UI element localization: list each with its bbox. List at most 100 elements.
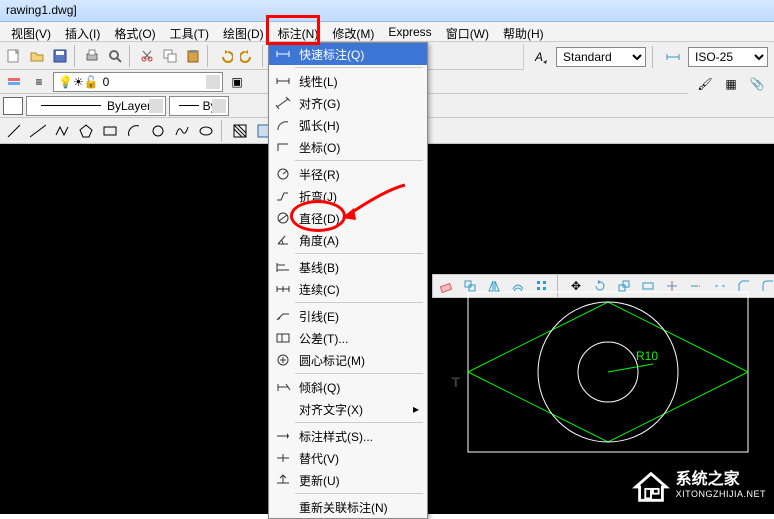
toolbar-separator <box>129 45 133 67</box>
menu-item-arc[interactable]: 弧长(H) <box>269 114 427 136</box>
menu-window[interactable]: 窗口(W) <box>439 24 496 39</box>
menu-separator <box>295 160 423 161</box>
menu-item-update[interactable]: 更新(U) <box>269 469 427 491</box>
open-button[interactable] <box>26 45 48 67</box>
menu-item-center[interactable]: 圆心标记(M) <box>269 349 427 371</box>
menu-label: 连续(C) <box>299 281 340 298</box>
layer-filter-button[interactable]: ▣ <box>226 71 248 93</box>
oblique-icon <box>273 379 293 395</box>
print-button[interactable] <box>81 45 103 67</box>
spline-button[interactable] <box>171 120 193 142</box>
dimstyle-menu-icon <box>273 428 293 444</box>
menu-label: 引线(E) <box>299 308 339 325</box>
diameter-icon <box>273 210 293 226</box>
line-button[interactable] <box>3 120 25 142</box>
new-button[interactable] <box>3 45 25 67</box>
fillet-button[interactable] <box>757 275 774 297</box>
redo-button[interactable] <box>237 45 259 67</box>
menu-label: 快速标注(Q) <box>299 46 364 63</box>
textstyle-icon[interactable]: A <box>530 46 552 68</box>
polygon-button[interactable] <box>75 120 97 142</box>
menu-modify[interactable]: 修改(M) <box>325 24 381 39</box>
menu-item-baseline[interactable]: 基线(B) <box>269 256 427 278</box>
menu-item-angular[interactable]: 角度(A) <box>269 229 427 251</box>
xref-button[interactable]: 📎 <box>746 73 768 95</box>
update-icon <box>273 472 293 488</box>
undo-button[interactable] <box>214 45 236 67</box>
menu-insert[interactable]: 插入(I) <box>58 24 107 39</box>
style-toolbar: A Standard ISO-25 <box>523 44 774 70</box>
menu-label: 坐标(O) <box>299 139 340 156</box>
aligned-icon <box>273 95 293 111</box>
menu-item-reassoc[interactable]: 重新关联标注(N) <box>269 496 427 518</box>
layer-combo[interactable]: 💡 ☀ 🔓 0 <box>53 72 223 92</box>
menu-item-continue[interactable]: 连续(C) <box>269 278 427 300</box>
menu-item-aligned[interactable]: 对齐(G) <box>269 92 427 114</box>
menu-item-radius[interactable]: 半径(R) <box>269 163 427 185</box>
toolbar-separator <box>207 45 211 67</box>
menu-draw[interactable]: 绘图(D) <box>216 24 271 39</box>
circle-button[interactable] <box>147 120 169 142</box>
lineweight-combo[interactable]: Byl <box>169 96 229 116</box>
toolbar-separator <box>221 120 225 142</box>
arc-button[interactable] <box>123 120 145 142</box>
aligntext-icon <box>273 401 293 417</box>
dimstyle-icon[interactable] <box>662 46 684 68</box>
angular-icon <box>273 232 293 248</box>
menu-separator <box>295 493 423 494</box>
menu-label: 替代(V) <box>299 450 339 467</box>
rect-button[interactable] <box>99 120 121 142</box>
submenu-arrow-icon: ▸ <box>413 402 419 416</box>
jogged-icon <box>273 188 293 204</box>
menu-format[interactable]: 格式(O) <box>107 24 162 39</box>
paste-button[interactable] <box>182 45 204 67</box>
menu-item-ordinate[interactable]: 坐标(O) <box>269 136 427 158</box>
menu-item-leader[interactable]: 引线(E) <box>269 305 427 327</box>
menu-item-diameter[interactable]: 直径(D) <box>269 207 427 229</box>
menu-tools[interactable]: 工具(T) <box>163 24 216 39</box>
copy-button[interactable] <box>159 45 181 67</box>
bulb-icon: 💡 <box>58 75 73 89</box>
menu-item-jogged[interactable]: 折弯(J) <box>269 185 427 207</box>
menu-dimension[interactable]: 标注(N) <box>271 24 326 39</box>
arc-icon <box>273 117 293 133</box>
layer-state-button[interactable]: ≡ <box>28 71 50 93</box>
linetype-combo[interactable]: ByLayer <box>26 96 166 116</box>
menu-item-oblique[interactable]: 倾斜(Q) <box>269 376 427 398</box>
menu-label: 折弯(J) <box>299 188 337 205</box>
save-button[interactable] <box>49 45 71 67</box>
block-button[interactable]: ▦ <box>720 73 742 95</box>
menu-item-aligntext[interactable]: 对齐文字(X)▸ <box>269 398 427 420</box>
layer-props-button[interactable] <box>3 71 25 93</box>
menu-label: 线性(L) <box>299 73 338 90</box>
dimstyle-select[interactable]: ISO-25 <box>688 47 768 67</box>
menu-label: 直径(D) <box>299 210 340 227</box>
menu-item-override[interactable]: 替代(V) <box>269 447 427 469</box>
menu-item-quickdim[interactable]: 快速标注(Q) <box>269 43 427 65</box>
xline-button[interactable] <box>27 120 49 142</box>
menu-express[interactable]: Express <box>381 24 438 39</box>
menu-view[interactable]: 视图(V) <box>4 24 58 39</box>
preview-button[interactable] <box>104 45 126 67</box>
toolbar-separator <box>262 45 266 67</box>
quickdim-icon <box>273 46 293 62</box>
cut-button[interactable] <box>136 45 158 67</box>
textstyle-select[interactable]: Standard <box>556 47 646 67</box>
match-button[interactable]: 🖌 <box>694 73 716 95</box>
menu-help[interactable]: 帮助(H) <box>496 24 551 39</box>
menu-separator <box>295 302 423 303</box>
properties-right: 🖌 ▦ 📎 <box>688 72 774 96</box>
menu-separator <box>295 373 423 374</box>
menu-item-linear[interactable]: 线性(L) <box>269 70 427 92</box>
hatch-button[interactable] <box>229 120 251 142</box>
menu-item-dimstyle[interactable]: 标注样式(S)... <box>269 425 427 447</box>
menu-bar: 视图(V) 插入(I) 格式(O) 工具(T) 绘图(D) 标注(N) 修改(M… <box>0 22 774 42</box>
layer-name: 0 <box>103 75 110 89</box>
erase-button[interactable] <box>435 275 457 297</box>
color-swatch[interactable] <box>3 97 23 115</box>
pline-button[interactable] <box>51 120 73 142</box>
ellipse-button[interactable] <box>195 120 217 142</box>
menu-item-tolerance[interactable]: 公差(T)... <box>269 327 427 349</box>
menu-label: 弧长(H) <box>299 117 340 134</box>
override-icon <box>273 450 293 466</box>
